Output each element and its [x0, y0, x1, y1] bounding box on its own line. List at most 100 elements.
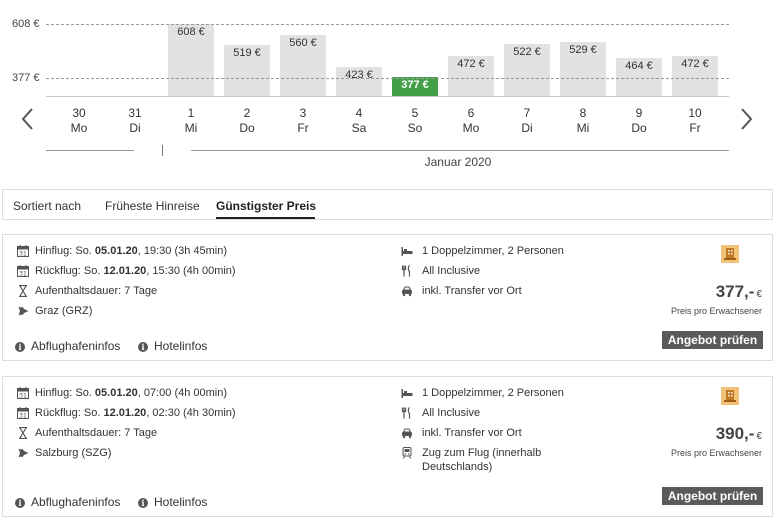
- price-bar-4[interactable]: 423 €: [336, 67, 382, 96]
- bed-icon: [401, 245, 413, 257]
- sort-tab-earliest[interactable]: Früheste Hinreise: [105, 199, 200, 213]
- max-price-line: [46, 24, 729, 25]
- price-note: Preis pro Erwachsener: [670, 448, 762, 458]
- day-2[interactable]: 2 Do: [222, 106, 272, 136]
- board-info: All Inclusive: [422, 265, 481, 277]
- stay-duration: Aufenthaltsdauer: 7 Tage: [35, 285, 158, 297]
- day-number: 5: [411, 106, 419, 120]
- airport-info-link[interactable]: i Abflughafeninfos: [15, 339, 120, 353]
- day-10[interactable]: 10 Fr: [670, 106, 720, 136]
- sort-tab-cheapest[interactable]: Günstigster Preis: [216, 199, 316, 213]
- day-weekday: Mo: [70, 121, 88, 135]
- car-icon: [401, 285, 413, 297]
- hotel-rating-icon: [721, 387, 739, 405]
- day-number: 31: [128, 106, 142, 120]
- month-label: Januar 2020: [424, 155, 492, 169]
- room-info: 1 Doppelzimmer, 2 Personen: [422, 387, 564, 399]
- price-bar-label: 423 €: [345, 69, 373, 82]
- offer-card: 31 Hinflug: So. 05.01.20, 19:30 (3h 45mi…: [2, 234, 773, 361]
- day-3[interactable]: 3 Fr: [278, 106, 328, 136]
- offer-price: 390,- €: [715, 424, 762, 443]
- day-weekday: Di: [129, 121, 141, 135]
- bed-icon: [401, 387, 413, 399]
- day-7[interactable]: 7 Di: [502, 106, 552, 136]
- car-icon: [401, 427, 413, 439]
- day-8[interactable]: 8 Mi: [558, 106, 608, 136]
- check-offer-button[interactable]: Angebot prüfen: [662, 487, 763, 505]
- svg-text:31: 31: [19, 271, 27, 278]
- chevron-left-icon[interactable]: [18, 105, 38, 133]
- svg-text:31: 31: [19, 393, 27, 400]
- info-icon: i: [138, 342, 148, 352]
- day-1[interactable]: 1 Mi: [166, 106, 216, 136]
- day-6[interactable]: 6 Mo: [446, 106, 496, 136]
- day-number: 7: [523, 106, 531, 120]
- price-bar-2[interactable]: 519 €: [224, 44, 270, 96]
- hourglass-icon: [17, 427, 29, 439]
- min-price-line: [46, 78, 729, 79]
- offer-price: 377,- €: [715, 282, 762, 301]
- price-calendar-chart: 608 € 377 € 608 € 519 € 560 € 423 € 377 € 472…: [0, 0, 778, 100]
- day-number: 8: [579, 106, 587, 120]
- airport-info-link[interactable]: i Abflughafeninfos: [15, 495, 120, 509]
- room-info: 1 Doppelzimmer, 2 Personen: [422, 245, 564, 257]
- price-bar-label: 472 €: [681, 57, 709, 70]
- month-divider-january: [191, 150, 729, 151]
- day-4[interactable]: 4 Sa: [334, 106, 384, 136]
- day-weekday: Do: [631, 121, 647, 135]
- day-number: 2: [243, 106, 251, 120]
- day-number: 30: [72, 106, 86, 120]
- price-bar-1[interactable]: 608 €: [168, 24, 214, 96]
- chart-baseline: [46, 96, 729, 97]
- departure-airport: Graz (GRZ): [35, 305, 93, 317]
- cutlery-icon: [401, 265, 413, 277]
- price-bar-7[interactable]: 522 €: [504, 44, 550, 96]
- outbound-flight: Hinflug: So. 05.01.20, 07:00 (4h 00min): [35, 387, 228, 399]
- day-number: 6: [467, 106, 475, 120]
- price-bar-3[interactable]: 560 €: [280, 35, 326, 96]
- calendar-icon: 31: [17, 245, 29, 257]
- day-5[interactable]: 5 So: [390, 106, 440, 136]
- day-9[interactable]: 9 Do: [614, 106, 664, 136]
- day-number: 3: [299, 106, 307, 120]
- day-number: 10: [688, 106, 702, 120]
- departure-airport: Salzburg (SZG): [35, 447, 112, 459]
- train-info: Zug zum Flug (innerhalb Deutschlands): [422, 447, 542, 473]
- return-flight: Rückflug: So. 12.01.20, 15:30 (4h 00min): [35, 265, 236, 277]
- hotel-info-link[interactable]: i Hotelinfos: [138, 495, 207, 509]
- price-bar-9[interactable]: 464 €: [616, 57, 662, 96]
- hourglass-icon: [17, 285, 29, 297]
- day-weekday: Sa: [351, 121, 367, 135]
- price-bar-5[interactable]: 377 €: [392, 77, 438, 96]
- day-weekday: Do: [239, 121, 255, 135]
- price-bar-8[interactable]: 529 €: [560, 42, 606, 96]
- outbound-flight: Hinflug: So. 05.01.20, 19:30 (3h 45min): [35, 245, 228, 257]
- day-weekday: Fr: [689, 121, 701, 135]
- svg-text:31: 31: [19, 251, 27, 258]
- day-weekday: Mi: [576, 121, 590, 135]
- chevron-right-icon[interactable]: [736, 105, 756, 133]
- sort-label: Sortiert nach: [13, 199, 82, 213]
- transfer-info: inkl. Transfer vor Ort: [422, 427, 522, 439]
- stay-duration: Aufenthaltsdauer: 7 Tage: [35, 427, 158, 439]
- price-bar-10[interactable]: 472 €: [672, 55, 718, 96]
- day-31[interactable]: 31 Di: [110, 106, 160, 136]
- month-divider-december: [46, 150, 134, 151]
- return-flight: Rückflug: So. 12.01.20, 02:30 (4h 30min): [35, 407, 236, 419]
- hotel-rating-icon: [721, 245, 739, 263]
- price-bar-label: 560 €: [289, 37, 317, 50]
- cutlery-icon: [401, 407, 413, 419]
- check-offer-button[interactable]: Angebot prüfen: [662, 331, 763, 349]
- price-bar-label: 472 €: [457, 57, 485, 70]
- svg-text:31: 31: [19, 413, 27, 420]
- hotel-info-link[interactable]: i Hotelinfos: [138, 339, 207, 353]
- price-bar-label: 464 €: [625, 59, 653, 72]
- airplane-icon: [17, 305, 29, 317]
- price-bar-label: 608 €: [177, 26, 205, 38]
- day-weekday: Mo: [462, 121, 480, 135]
- calendar-icon: 31: [17, 407, 29, 419]
- day-30[interactable]: 30 Mo: [54, 106, 104, 136]
- calendar-icon: 31: [17, 387, 29, 399]
- price-bar-6[interactable]: 472 €: [448, 55, 494, 96]
- offer-card: 31 Hinflug: So. 05.01.20, 07:00 (4h 00mi…: [2, 376, 773, 517]
